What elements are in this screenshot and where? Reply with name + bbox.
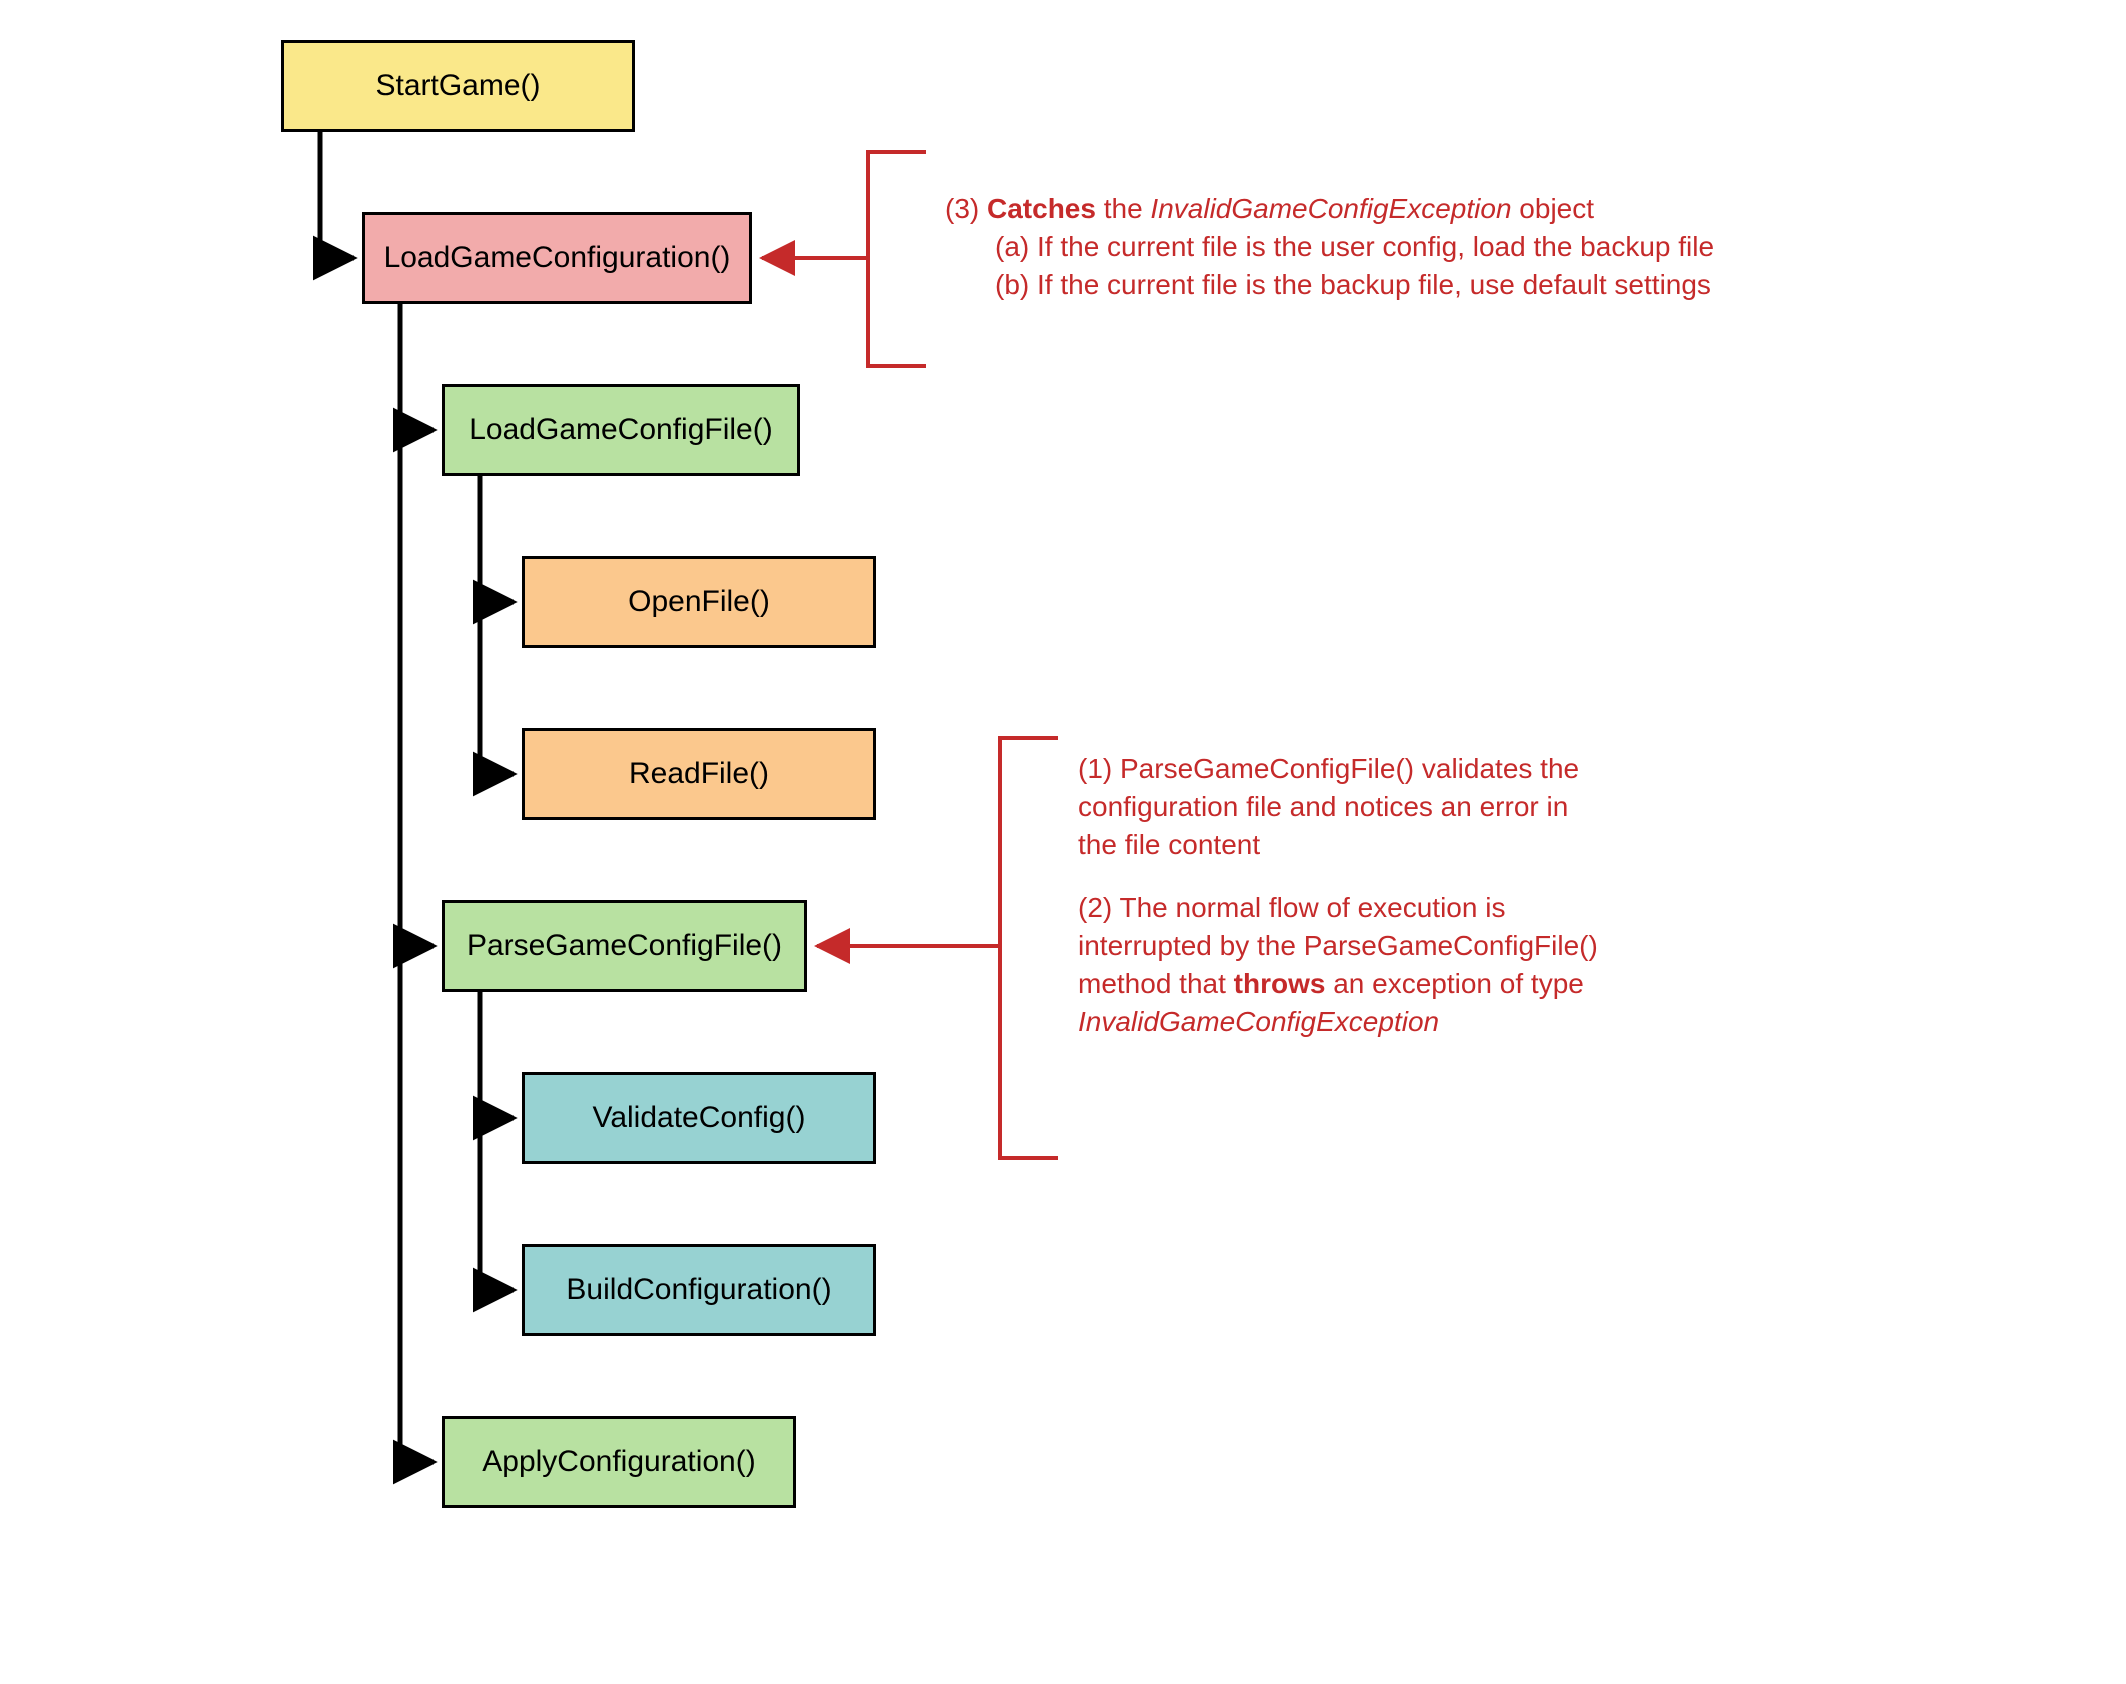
- node-build-configuration: BuildConfiguration(): [522, 1244, 876, 1336]
- bracket-throw: [998, 736, 1058, 1160]
- annot-throw-p1: (1) ParseGameConfigFile() validates the …: [1078, 750, 1608, 863]
- annot-catch-line-a: (a) If the current file is the user conf…: [945, 228, 2045, 266]
- node-open-file: OpenFile(): [522, 556, 876, 648]
- node-validate-config: ValidateConfig(): [522, 1072, 876, 1164]
- annotation-throw: (1) ParseGameConfigFile() validates the …: [1078, 750, 1608, 1041]
- node-load-game-config-file: LoadGameConfigFile(): [442, 384, 800, 476]
- annot-throw-p2bold: throws: [1234, 968, 1326, 999]
- annot-catch-prefix: (3): [945, 193, 987, 224]
- bracket-catch: [866, 150, 926, 368]
- annot-catch-italic: InvalidGameConfigException: [1150, 193, 1511, 224]
- diagram-canvas: StartGame() LoadGameConfiguration() Load…: [0, 0, 2126, 1684]
- node-start-game: StartGame(): [281, 40, 635, 132]
- node-read-file: ReadFile(): [522, 728, 876, 820]
- annot-catch-bold: Catches: [987, 193, 1096, 224]
- annot-throw-p2b: an exception of type: [1325, 968, 1583, 999]
- annotation-catch: (3) Catches the InvalidGameConfigExcepti…: [945, 190, 2045, 303]
- annot-catch-suffix: object: [1512, 193, 1595, 224]
- annot-throw-p2italic: InvalidGameConfigException: [1078, 1006, 1439, 1037]
- annot-catch-mid: the: [1096, 193, 1150, 224]
- node-load-game-configuration: LoadGameConfiguration(): [362, 212, 752, 304]
- node-parse-game-config-file: ParseGameConfigFile(): [442, 900, 807, 992]
- node-apply-configuration: ApplyConfiguration(): [442, 1416, 796, 1508]
- annot-catch-line-b: (b) If the current file is the backup fi…: [945, 266, 2045, 304]
